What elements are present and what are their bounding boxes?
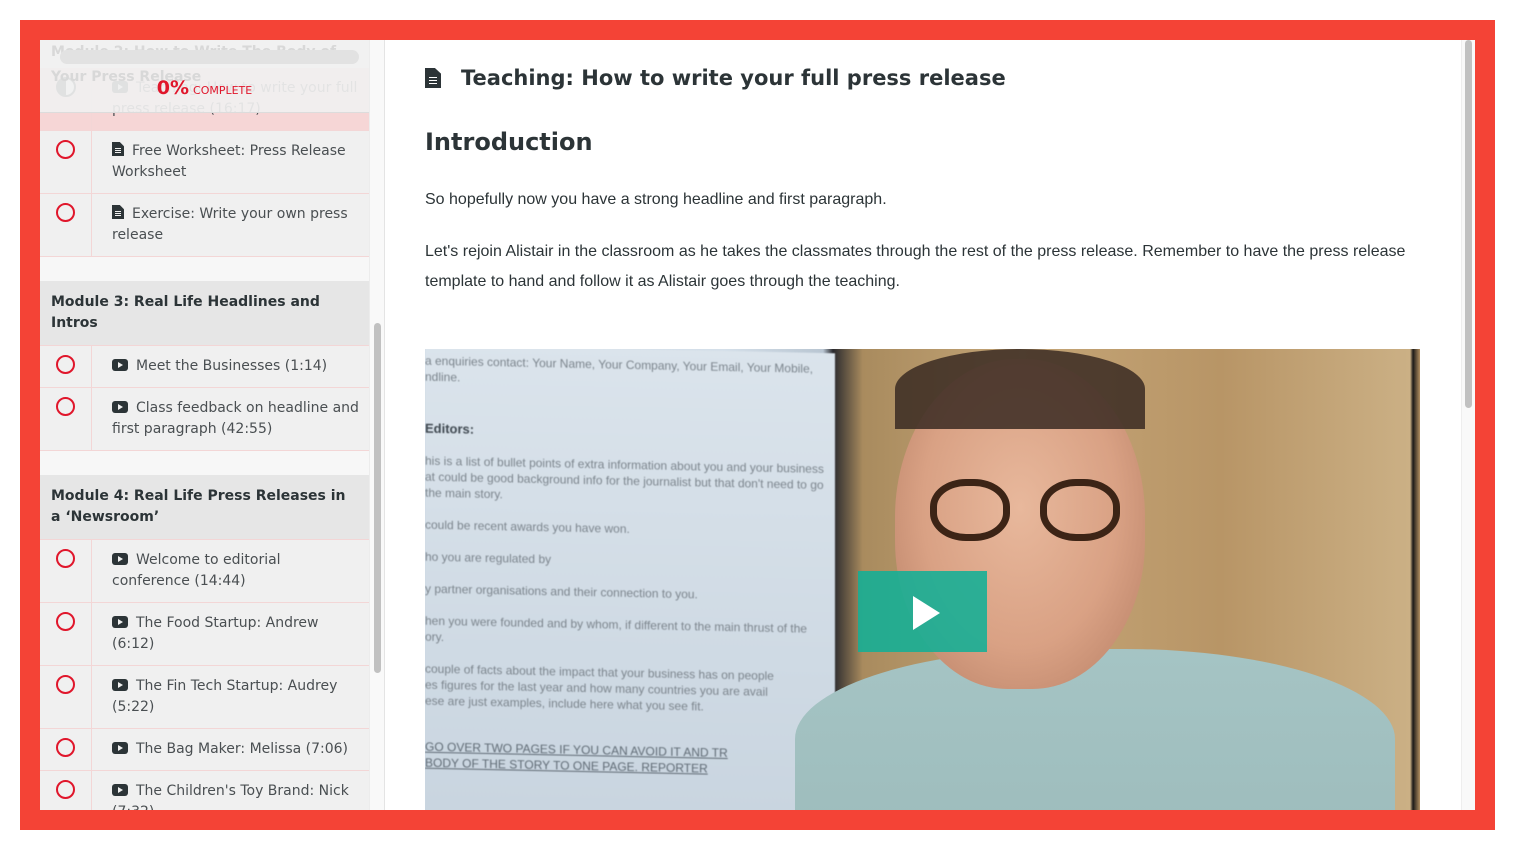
lesson-title[interactable]: The Food Startup: Andrew (6:12) (92, 603, 369, 665)
presenter-hair (895, 349, 1145, 429)
lesson-item[interactable]: Class feedback on headline and first par… (40, 388, 369, 451)
presenter-shirt (795, 649, 1395, 810)
lesson-title[interactable]: The Fin Tech Startup: Audrey (5:22) (92, 666, 369, 728)
lesson-label: The Food Startup: Andrew (6:12) (112, 615, 319, 652)
lesson-item[interactable]: The Food Startup: Andrew (6:12) (40, 603, 369, 666)
lecture-title-text: Teaching: How to write your full press r… (461, 66, 1006, 90)
incomplete-circle-icon (56, 140, 75, 159)
incomplete-circle-icon (56, 549, 75, 568)
lesson-item[interactable]: Free Worksheet: Press Release Worksheet (40, 131, 369, 194)
video-play-icon (112, 401, 128, 413)
lesson-status[interactable] (40, 603, 92, 665)
module-gap (40, 257, 369, 281)
lesson-item[interactable]: The Children's Toy Brand: Nick (7:32) (40, 771, 369, 810)
presenter-glasses (930, 479, 1120, 549)
lesson-status[interactable] (40, 131, 92, 193)
lesson-status[interactable] (40, 666, 92, 728)
incomplete-circle-icon (56, 738, 75, 757)
lesson-title[interactable]: Free Worksheet: Press Release Worksheet (92, 131, 369, 193)
incomplete-circle-icon (56, 355, 75, 374)
module-header: Module 4: Real Life Press Releases in a … (40, 475, 369, 540)
progress-bar (60, 50, 359, 64)
curriculum-sidebar: Teaching: How to write your full press r… (40, 40, 385, 810)
course-progress: Module 2: How to Write The Body of Your … (40, 40, 369, 113)
lesson-label: Exercise: Write your own press release (112, 206, 348, 243)
video-frame-document: a enquiries contact: Your Name, Your Com… (425, 349, 835, 810)
lesson-label: The Bag Maker: Melissa (7:06) (136, 741, 349, 757)
video-play-icon (112, 553, 128, 565)
video-frame-text-line: ho you are regulated by (425, 549, 552, 567)
lesson-status[interactable] (40, 771, 92, 810)
lesson-label: Meet the Businesses (1:14) (136, 358, 328, 374)
lecture-content: Teaching: How to write your full press r… (385, 40, 1475, 810)
lesson-item[interactable]: The Fin Tech Startup: Audrey (5:22) (40, 666, 369, 729)
lesson-item[interactable]: Welcome to editorial conference (14:44) (40, 540, 369, 603)
module-gap (40, 451, 369, 475)
progress-complete-label: COMPLETE (193, 84, 253, 97)
lesson-label: The Fin Tech Startup: Audrey (5:22) (112, 678, 338, 715)
lesson-label: Class feedback on headline and first par… (112, 400, 359, 437)
curriculum-list: Teaching: How to write your full press r… (40, 40, 369, 810)
sidebar-scrollbar-thumb[interactable] (374, 323, 381, 673)
incomplete-circle-icon (56, 203, 75, 222)
lesson-status[interactable] (40, 540, 92, 602)
incomplete-circle-icon (56, 397, 75, 416)
lesson-label: The Children's Toy Brand: Nick (7:32) (112, 783, 349, 810)
video-play-icon (112, 616, 128, 628)
incomplete-circle-icon (56, 675, 75, 694)
video-frame-text-line: y partner organisations and their connec… (425, 581, 698, 602)
play-button[interactable] (858, 571, 987, 652)
video-frame-text-line: Editors: (425, 420, 475, 437)
lesson-label: Welcome to editorial conference (14:44) (112, 552, 281, 589)
video-play-icon (112, 784, 128, 796)
video-play-icon (112, 679, 128, 691)
lesson-item[interactable]: Exercise: Write your own press release (40, 194, 369, 257)
video-frame-text-line: could be recent awards you have won. (425, 517, 630, 536)
document-icon (425, 68, 441, 88)
lesson-label: Free Worksheet: Press Release Worksheet (112, 143, 346, 180)
lesson-status[interactable] (40, 729, 92, 770)
progress-percent: 0% (156, 77, 190, 99)
video-play-icon (112, 742, 128, 754)
section-heading: Introduction (425, 128, 593, 156)
incomplete-circle-icon (56, 612, 75, 631)
incomplete-circle-icon (56, 780, 75, 799)
lecture-title: Teaching: How to write your full press r… (425, 66, 1006, 90)
content-scrollbar[interactable] (1461, 40, 1475, 810)
video-player[interactable]: a enquiries contact: Your Name, Your Com… (425, 349, 1420, 810)
lesson-status[interactable] (40, 194, 92, 256)
lesson-status[interactable] (40, 388, 92, 450)
module-header: Module 3: Real Life Headlines and Intros (40, 281, 369, 346)
document-icon (112, 142, 124, 156)
lesson-item[interactable]: Meet the Businesses (1:14) (40, 346, 369, 388)
content-scrollbar-thumb[interactable] (1465, 40, 1472, 408)
video-play-icon (112, 359, 128, 371)
lesson-title[interactable]: Class feedback on headline and first par… (92, 388, 369, 450)
lesson-item[interactable]: The Bag Maker: Melissa (7:06) (40, 729, 369, 771)
intro-paragraph-2: Let's rejoin Alistair in the classroom a… (425, 243, 1406, 290)
lesson-title[interactable]: The Bag Maker: Melissa (7:06) (92, 729, 369, 770)
lesson-title[interactable]: Welcome to editorial conference (14:44) (92, 540, 369, 602)
course-player: Teaching: How to write your full press r… (40, 40, 1475, 810)
lesson-title[interactable]: Meet the Businesses (1:14) (92, 346, 369, 387)
lesson-title[interactable]: Exercise: Write your own press release (92, 194, 369, 256)
lesson-status[interactable] (40, 346, 92, 387)
document-icon (112, 205, 124, 219)
sidebar-scrollbar[interactable] (369, 40, 384, 810)
lesson-title[interactable]: The Children's Toy Brand: Nick (7:32) (92, 771, 369, 810)
progress-text: 0% COMPLETE (40, 77, 369, 99)
intro-paragraph-1: So hopefully now you have a strong headl… (425, 191, 887, 208)
